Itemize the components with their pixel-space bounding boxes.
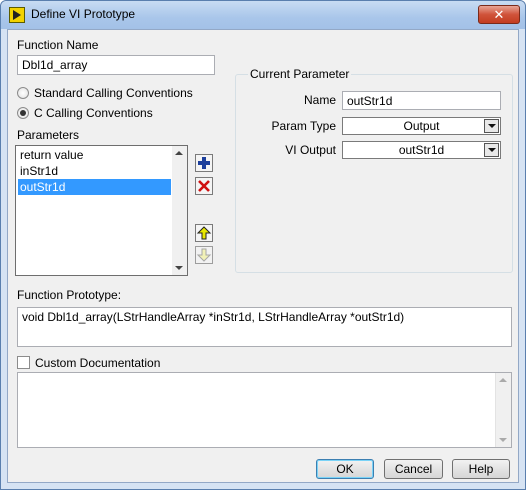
parameters-scrollbar[interactable]	[172, 146, 187, 275]
chevron-down-icon[interactable]	[484, 119, 499, 133]
function-name-input[interactable]: Dbl1d_array	[17, 55, 215, 75]
documentation-scrollbar[interactable]	[495, 373, 511, 447]
parameters-list[interactable]: return value inStr1d outStr1d	[15, 145, 188, 276]
list-item[interactable]: outStr1d	[18, 179, 171, 195]
name-input[interactable]: outStr1d	[342, 91, 501, 110]
scroll-up-icon[interactable]	[175, 151, 183, 155]
c-calling-label[interactable]: C Calling Conventions	[34, 106, 153, 120]
name-label: Name	[303, 93, 336, 107]
arrow-down-icon	[196, 248, 212, 262]
list-item[interactable]: inStr1d	[18, 163, 171, 179]
chevron-down-icon[interactable]	[484, 143, 499, 157]
help-button[interactable]: Help	[452, 459, 510, 479]
cancel-button[interactable]: Cancel	[384, 459, 443, 479]
scroll-down-icon[interactable]	[175, 266, 183, 270]
standard-calling-label[interactable]: Standard Calling Conventions	[34, 86, 193, 100]
standard-calling-radio[interactable]	[17, 87, 29, 99]
scroll-up-icon[interactable]	[499, 378, 507, 382]
close-icon: ✕	[493, 7, 505, 22]
function-prototype-label: Function Prototype:	[17, 288, 122, 302]
title-bar[interactable]: Define VI Prototype ✕	[1, 1, 525, 29]
vi-output-select[interactable]: outStr1d	[342, 141, 501, 159]
custom-documentation-label[interactable]: Custom Documentation	[35, 356, 160, 370]
function-prototype-display: void Dbl1d_array(LStrHandleArray *inStr1…	[17, 307, 512, 347]
dialog-client-area: Function Name Dbl1d_array Standard Calli…	[7, 29, 519, 483]
param-type-label: Param Type	[271, 119, 336, 133]
arrow-up-icon	[196, 226, 212, 240]
move-up-button[interactable]	[195, 224, 213, 242]
custom-documentation-textarea[interactable]	[17, 372, 512, 448]
plus-icon	[198, 157, 210, 169]
param-type-select[interactable]: Output	[342, 117, 501, 135]
move-down-button[interactable]	[195, 246, 213, 264]
labview-vi-icon	[9, 7, 25, 23]
c-calling-radio[interactable]	[17, 107, 29, 119]
vi-output-value: outStr1d	[398, 143, 445, 157]
vi-output-label: VI Output	[285, 143, 336, 157]
window-title: Define VI Prototype	[31, 7, 136, 21]
param-type-value: Output	[403, 119, 440, 133]
add-parameter-button[interactable]	[195, 154, 213, 172]
scroll-down-icon[interactable]	[499, 438, 507, 442]
parameters-label: Parameters	[17, 128, 80, 142]
function-name-label: Function Name	[17, 38, 99, 52]
dialog-window: Define VI Prototype ✕ Function Name Dbl1…	[0, 0, 526, 490]
close-button[interactable]: ✕	[478, 5, 520, 24]
ok-button[interactable]: OK	[316, 459, 374, 479]
x-icon	[198, 180, 210, 192]
custom-documentation-checkbox[interactable]	[17, 356, 30, 369]
list-item[interactable]: return value	[18, 147, 171, 163]
current-parameter-title: Current Parameter	[248, 67, 352, 81]
delete-parameter-button[interactable]	[195, 177, 213, 195]
